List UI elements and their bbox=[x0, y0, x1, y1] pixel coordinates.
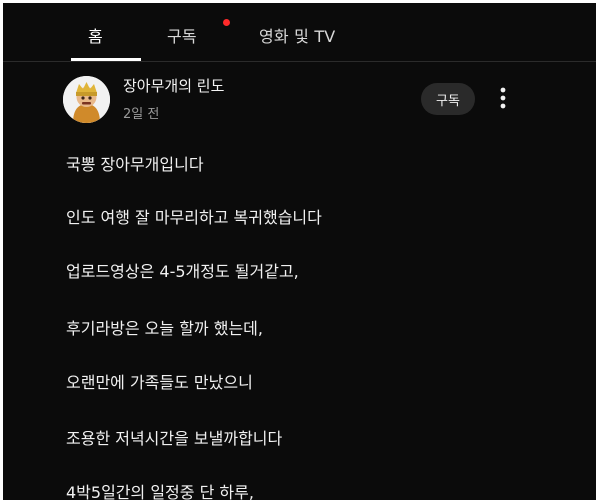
notification-dot bbox=[223, 19, 230, 26]
tab-movies-tv[interactable]: 영화 및 TV bbox=[259, 23, 335, 47]
app-frame: 홈 구독 영화 및 TV 장아무개의 린도 2일 전 구독 국뽕 장아무개입니다… bbox=[3, 3, 596, 500]
post-text-line: 후기라방은 오늘 할까 했는데, bbox=[66, 319, 263, 338]
post-text-line: 업로드영상은 4-5개정도 될거같고, bbox=[66, 262, 299, 281]
post-text-line: 조용한 저녁시간을 보낼까합니다 bbox=[66, 429, 283, 448]
post-text-line: 오랜만에 가족들도 만났으니 bbox=[66, 373, 253, 392]
post-text-line: 인도 여행 잘 마무리하고 복귀했습니다 bbox=[66, 208, 322, 227]
top-tab-bar: 홈 구독 영화 및 TV bbox=[3, 3, 596, 62]
active-tab-indicator bbox=[71, 58, 141, 61]
post-text-line: 국뽕 장아무개입니다 bbox=[66, 155, 204, 174]
tab-home[interactable]: 홈 bbox=[88, 23, 103, 47]
channel-name[interactable]: 장아무개의 린도 bbox=[123, 75, 224, 96]
subscribe-button[interactable]: 구독 bbox=[421, 83, 475, 115]
tab-subscriptions[interactable]: 구독 bbox=[167, 23, 197, 47]
post-time: 2일 전 bbox=[123, 107, 160, 122]
channel-avatar[interactable] bbox=[63, 76, 110, 123]
avatar-image bbox=[63, 76, 110, 123]
post-text-line: 4박5일간의 일정중 단 하루, bbox=[66, 483, 254, 500]
more-vert-icon[interactable] bbox=[495, 85, 511, 111]
